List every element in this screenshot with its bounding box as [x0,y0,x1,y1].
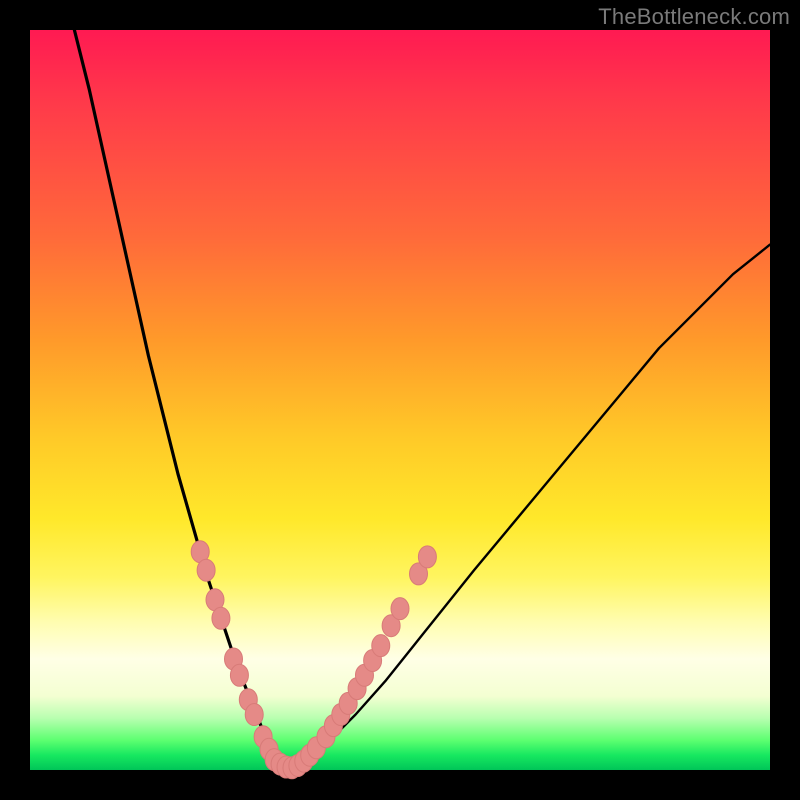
watermark-text: TheBottleneck.com [598,4,790,30]
marker-dot [418,546,436,568]
marker-dot [197,559,215,581]
chart-frame: TheBottleneck.com [0,0,800,800]
marker-dot [212,607,230,629]
marker-dot [391,598,409,620]
curves-svg [30,30,770,770]
plot-area [30,30,770,770]
marker-dot [245,704,263,726]
marker-dot [230,664,248,686]
marker-dot [372,635,390,657]
marker-cluster [191,541,436,779]
curve-left-branch [74,30,289,769]
